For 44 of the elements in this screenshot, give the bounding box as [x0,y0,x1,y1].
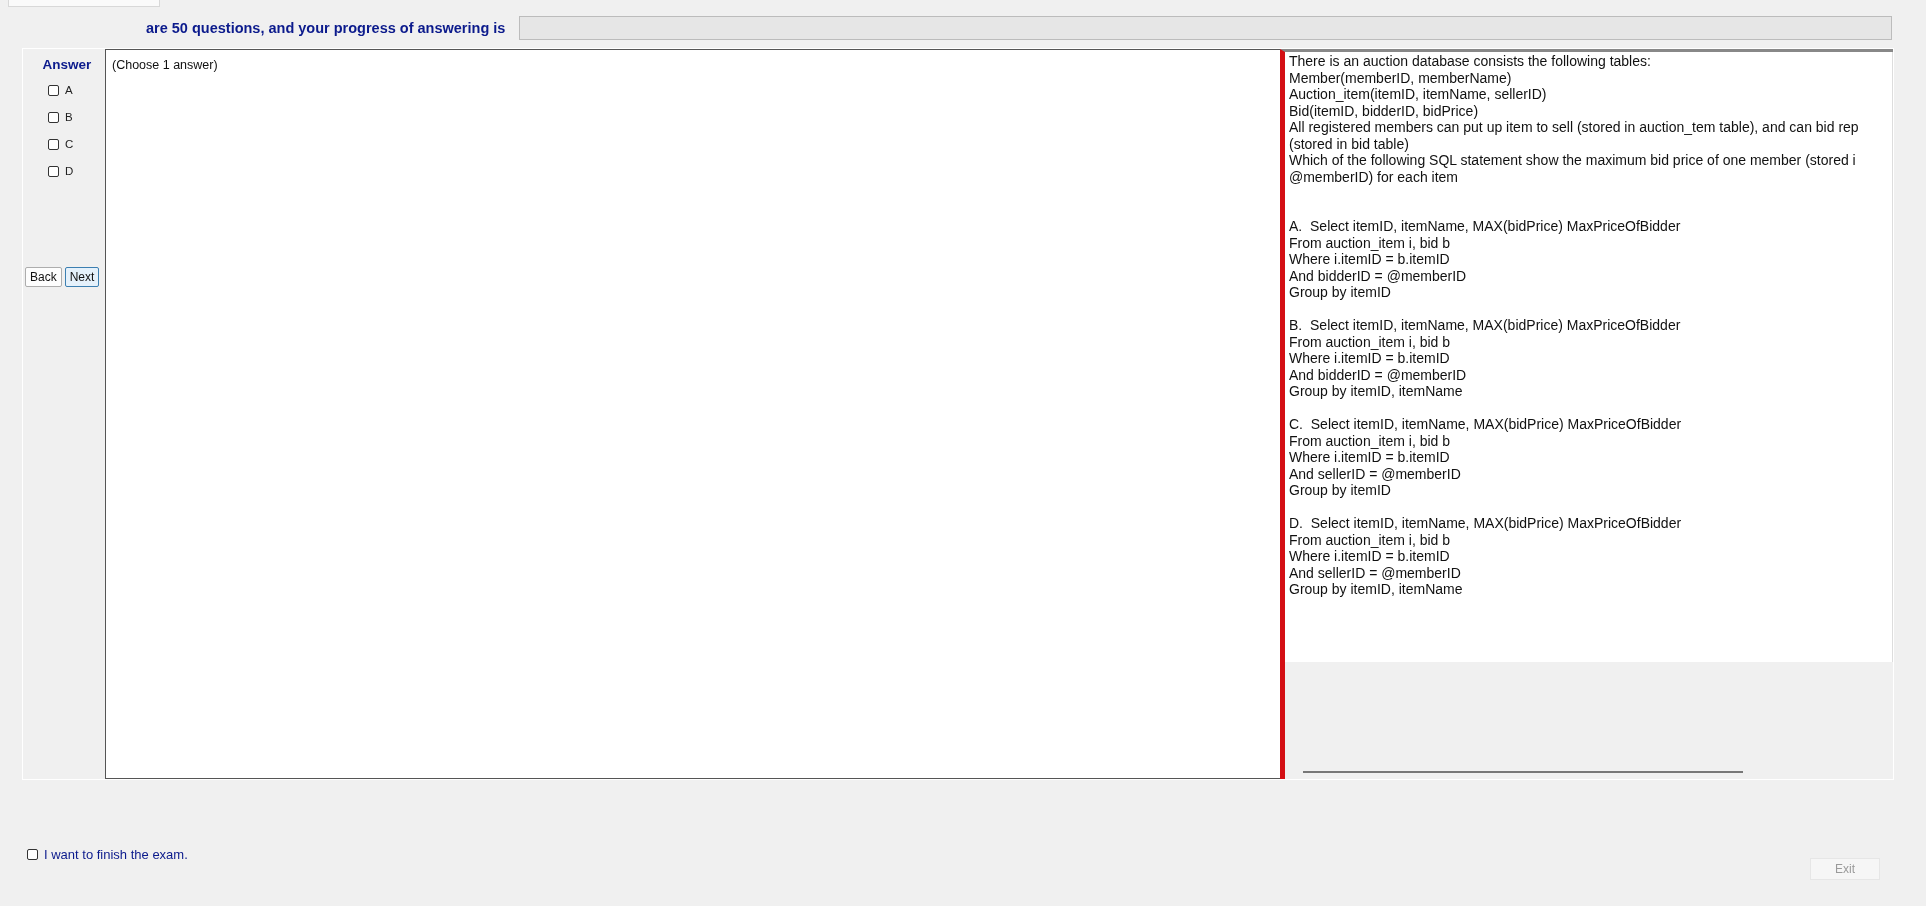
choice-line: B. Select itemID, itemName, MAX(bidPrice) MaxPriceOfBidder [1289,317,1682,334]
next-button[interactable]: Next [64,267,100,287]
checkbox[interactable] [27,849,38,860]
choice-line: From auction_item i, bid b [1289,531,1452,548]
answer-heading: Answer [42,57,92,72]
choice-line: Where i.itemID = b.itemID [1289,548,1451,565]
choice-line: Group by itemID, itemName [1289,383,1464,400]
choice-line: Group by itemID [1289,284,1392,301]
checkbox[interactable] [48,111,59,123]
question-line: (stored in bid table) [1289,135,1410,152]
option-label: D [65,165,74,177]
checkbox[interactable] [48,165,59,177]
choice-line: D. Select itemID, itemName, MAX(bidPrice) MaxPriceOfBidder [1289,515,1683,532]
question-line: Member(memberID, memberName) [1289,69,1513,86]
choice-line: C. Select itemID, itemName, MAX(bidPrice) MaxPriceOfBidder [1289,416,1683,433]
question-line: @memberID) for each item [1289,168,1460,185]
choice-line: From auction_item i, bid b [1289,234,1452,251]
progress-label: are 50 questions, and your progress of answering is [146,20,506,36]
back-button[interactable]: Back [25,267,62,287]
choice-line: And sellerID = @memberID [1289,564,1462,581]
choice-line: A. Select itemID, itemName, MAX(bidPrice) MaxPriceOfBidder [1289,218,1682,235]
horizontal-scrollbar[interactable] [1303,771,1743,773]
choice-line: Group by itemID, itemName [1289,581,1464,598]
choice-line: And bidderID = @memberID [1289,366,1468,383]
choice-line: Where i.itemID = b.itemID [1289,350,1451,367]
option-label: B [65,111,73,123]
choice-line: Group by itemID [1289,482,1392,499]
option-label: C [65,138,74,150]
choice-line: And sellerID = @memberID [1289,465,1462,482]
checkbox[interactable] [48,84,59,96]
choice-line: And bidderID = @memberID [1289,267,1468,284]
finish-label: I want to finish the exam. [44,847,188,862]
question-line: Bid(itemID, bidderID, bidPrice) [1289,102,1480,119]
question-line: There is an auction database consists the following tables: [1289,53,1652,70]
option-label: A [65,84,73,96]
question-line: All registered members can put up item to sell (stored in auction_tem table), and can bid rep [1289,119,1860,136]
choice-line: Where i.itemID = b.itemID [1289,251,1451,268]
instruction-text: (Choose 1 answer) [112,58,218,72]
choice-line: From auction_item i, bid b [1289,432,1452,449]
question-line: Auction_item(itemID, itemName, sellerID) [1289,86,1548,103]
choice-line: From auction_item i, bid b [1289,333,1452,350]
question-line: Which of the following SQL statement show the maximum bid price of one member (stored i [1289,152,1857,169]
checkbox[interactable] [48,138,59,150]
choice-line: Where i.itemID = b.itemID [1289,449,1451,466]
